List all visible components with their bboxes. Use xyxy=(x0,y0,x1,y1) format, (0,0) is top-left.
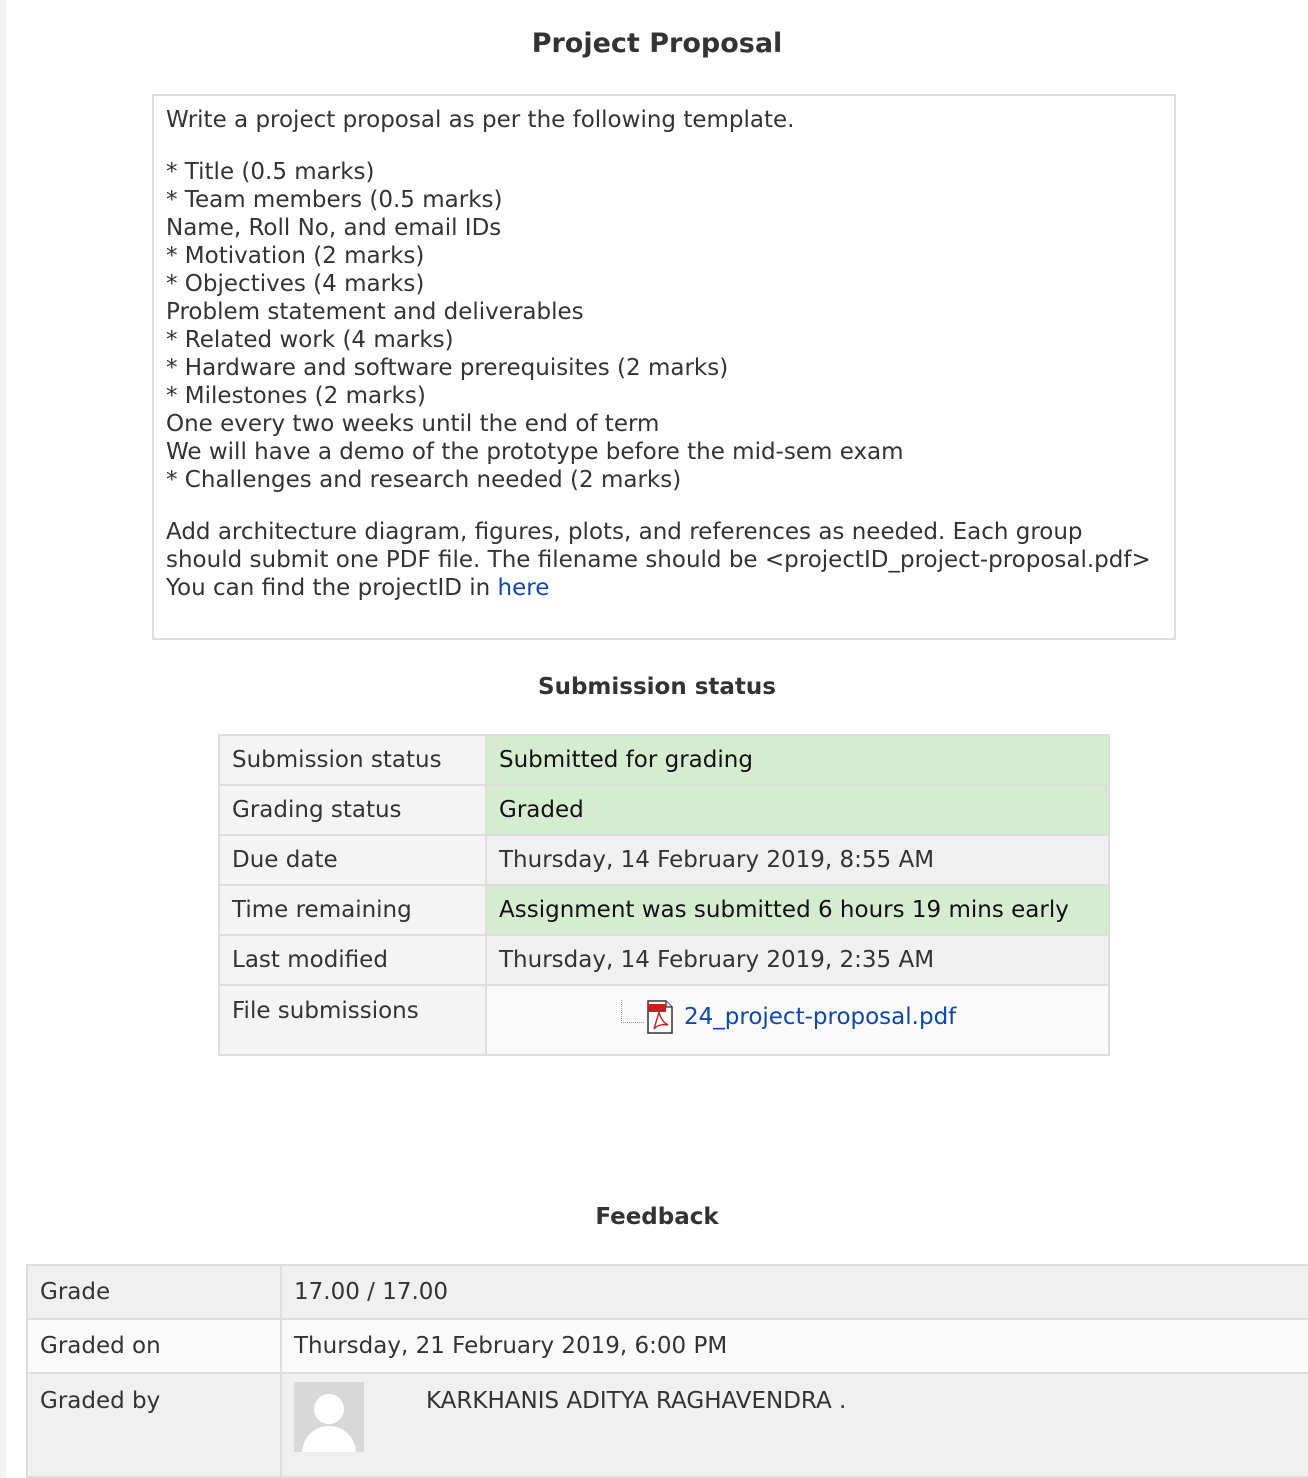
row-label: Last modified xyxy=(218,934,487,986)
page-title: Project Proposal xyxy=(531,28,783,59)
time-remaining-value: Assignment was submitted 6 hours 19 mins… xyxy=(485,884,1110,936)
feedback-heading: Feedback xyxy=(595,1204,719,1230)
template-line: * Objectives (4 marks) xyxy=(166,271,425,297)
template-line: We will have a demo of the prototype bef… xyxy=(166,439,904,465)
grader-info: KARKHANIS ADITYA RAGHAVENDRA . xyxy=(294,1382,1300,1452)
template-list: * Title (0.5 marks) * Team members (0.5 … xyxy=(166,158,1162,494)
template-line: * Related work (4 marks) xyxy=(166,327,454,353)
file-entry: 24_project-proposal.pdf xyxy=(621,999,1096,1034)
due-date-value: Thursday, 14 February 2019, 8:55 AM xyxy=(485,834,1110,886)
submission-status-value: Submitted for grading xyxy=(485,734,1110,786)
grader-name: KARKHANIS ADITYA RAGHAVENDRA . xyxy=(426,1388,847,1414)
feedback-table: Grade 17.00 / 17.00 Graded on Thursday, … xyxy=(26,1264,1308,1478)
row-label: Submission status xyxy=(218,734,487,786)
user-avatar-icon[interactable] xyxy=(294,1382,364,1452)
template-line: * Challenges and research needed (2 mark… xyxy=(166,467,682,493)
graded-on-value: Thursday, 21 February 2019, 6:00 PM xyxy=(280,1318,1308,1374)
template-line: * Team members (0.5 marks) xyxy=(166,187,503,213)
template-line: * Hardware and software prerequisites (2… xyxy=(166,355,729,381)
submission-status-table: Submission status Submitted for grading … xyxy=(218,734,1110,1056)
row-label: Time remaining xyxy=(218,884,487,936)
page: Project Proposal Write a project proposa… xyxy=(0,0,1308,1478)
table-row: Grading status Graded xyxy=(218,784,1110,836)
graded-by-value: KARKHANIS ADITYA RAGHAVENDRA . xyxy=(280,1372,1308,1478)
row-label: Graded on xyxy=(26,1318,282,1374)
grading-status-value: Graded xyxy=(485,784,1110,836)
row-label: Grading status xyxy=(218,784,487,836)
template-line: * Milestones (2 marks) xyxy=(166,383,426,409)
table-row: Grade 17.00 / 17.00 xyxy=(26,1264,1308,1320)
table-row: Submission status Submitted for grading xyxy=(218,734,1110,786)
tree-connector xyxy=(621,999,644,1023)
file-submissions-value: 24_project-proposal.pdf xyxy=(485,984,1110,1056)
template-line: * Motivation (2 marks) xyxy=(166,243,425,269)
intro-lead: Write a project proposal as per the foll… xyxy=(166,107,795,133)
last-modified-value: Thursday, 14 February 2019, 2:35 AM xyxy=(485,934,1110,986)
table-row: Graded on Thursday, 21 February 2019, 6:… xyxy=(26,1318,1308,1374)
submission-status-heading: Submission status xyxy=(538,674,776,700)
pdf-file-icon[interactable] xyxy=(646,1000,674,1034)
template-line: Name, Roll No, and email IDs xyxy=(166,215,502,241)
assignment-intro: Write a project proposal as per the foll… xyxy=(152,94,1176,640)
table-row: Due date Thursday, 14 February 2019, 8:5… xyxy=(218,834,1110,886)
submitted-file-link[interactable]: 24_project-proposal.pdf xyxy=(684,1004,956,1030)
project-id-link[interactable]: here xyxy=(498,575,550,601)
avatar-head xyxy=(314,1394,344,1424)
table-row: Time remaining Assignment was submitted … xyxy=(218,884,1110,936)
row-label: Graded by xyxy=(26,1372,282,1478)
avatar-body xyxy=(302,1426,356,1452)
intro-closing: Add architecture diagram, figures, plots… xyxy=(166,518,1162,602)
table-row: File submissions 24_project-proposal.pdf xyxy=(218,984,1110,1056)
template-line: * Title (0.5 marks) xyxy=(166,159,375,185)
table-row: Graded by KARKHANIS ADITYA RAGHAVENDRA . xyxy=(26,1372,1308,1478)
row-label: Due date xyxy=(218,834,487,886)
row-label: File submissions xyxy=(218,984,487,1056)
grade-value: 17.00 / 17.00 xyxy=(280,1264,1308,1320)
template-line: One every two weeks until the end of ter… xyxy=(166,411,660,437)
intro-closing-text: Add architecture diagram, figures, plots… xyxy=(166,519,1151,601)
template-line: Problem statement and deliverables xyxy=(166,299,584,325)
table-row: Last modified Thursday, 14 February 2019… xyxy=(218,934,1110,986)
row-label: Grade xyxy=(26,1264,282,1320)
